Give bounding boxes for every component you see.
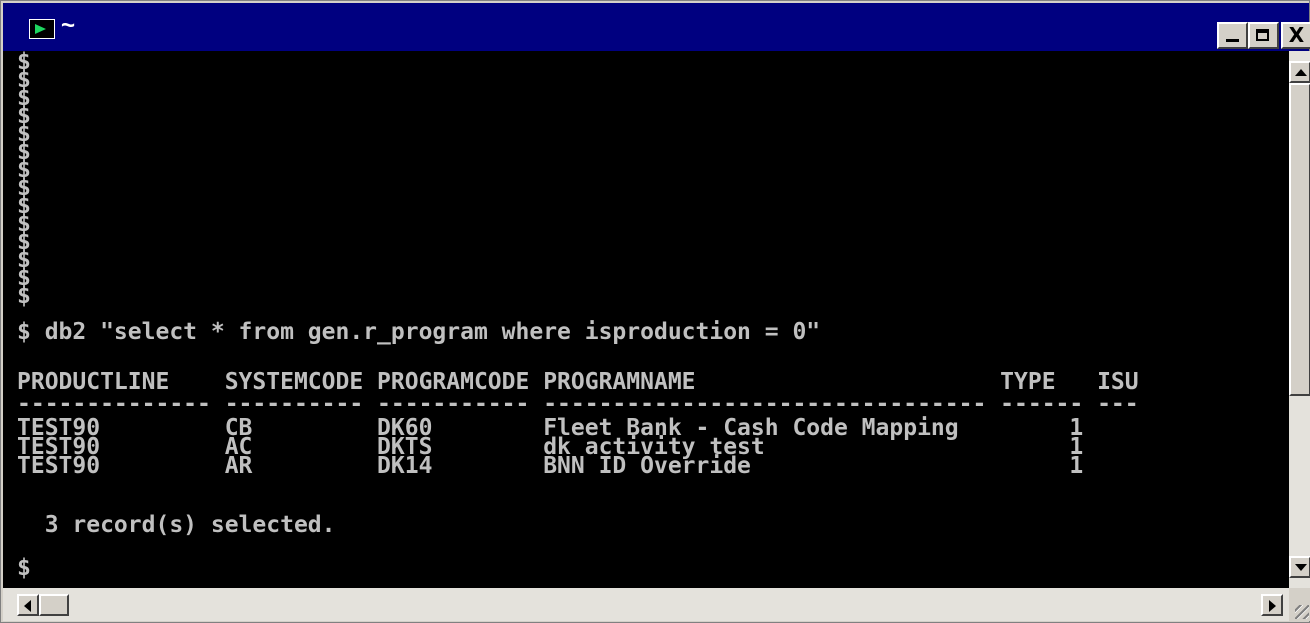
minimize-button[interactable] <box>1217 22 1248 49</box>
scroll-down-arrow-icon[interactable] <box>1289 556 1310 578</box>
vertical-scroll-thumb[interactable] <box>1289 83 1310 396</box>
db2-command-line: $ db2 "select * from gen.r_program where… <box>17 319 821 345</box>
table-header: PRODUCTLINE SYSTEMCODE PROGRAMCODE PROGR… <box>17 369 1139 395</box>
vertical-scrollbar[interactable] <box>1289 51 1310 588</box>
maximize-button[interactable] <box>1248 22 1279 49</box>
horizontal-scrollbar[interactable] <box>3 588 1289 621</box>
terminal-prompt: $ <box>17 555 31 581</box>
scroll-up-arrow-icon[interactable] <box>1289 61 1310 83</box>
terminal-output[interactable]: $ $ $ $ $ $ $ $ $ $ $ $ $ $ $ db2 "selec… <box>3 51 1289 588</box>
record-count-message: 3 record(s) selected. <box>17 512 336 538</box>
terminal-app-icon[interactable] <box>29 19 55 39</box>
close-button[interactable]: X <box>1281 22 1310 49</box>
terminal-line: $ <box>17 283 31 309</box>
terminal-window: ~ X $ $ $ $ $ $ $ $ $ $ $ $ $ $ $ db2 "s… <box>0 0 1310 623</box>
horizontal-scroll-thumb[interactable] <box>39 594 69 616</box>
resize-grip-icon[interactable] <box>1289 588 1310 621</box>
table-row: TEST90 AR DK14 BNN ID Override 1 <box>17 453 1084 479</box>
title-bar[interactable]: ~ X <box>3 3 1310 51</box>
window-title: ~ <box>61 12 76 39</box>
scroll-right-arrow-icon[interactable] <box>1261 594 1283 616</box>
scroll-left-arrow-icon[interactable] <box>17 594 39 616</box>
table-separator: -------------- ---------- ----------- --… <box>17 391 1139 417</box>
